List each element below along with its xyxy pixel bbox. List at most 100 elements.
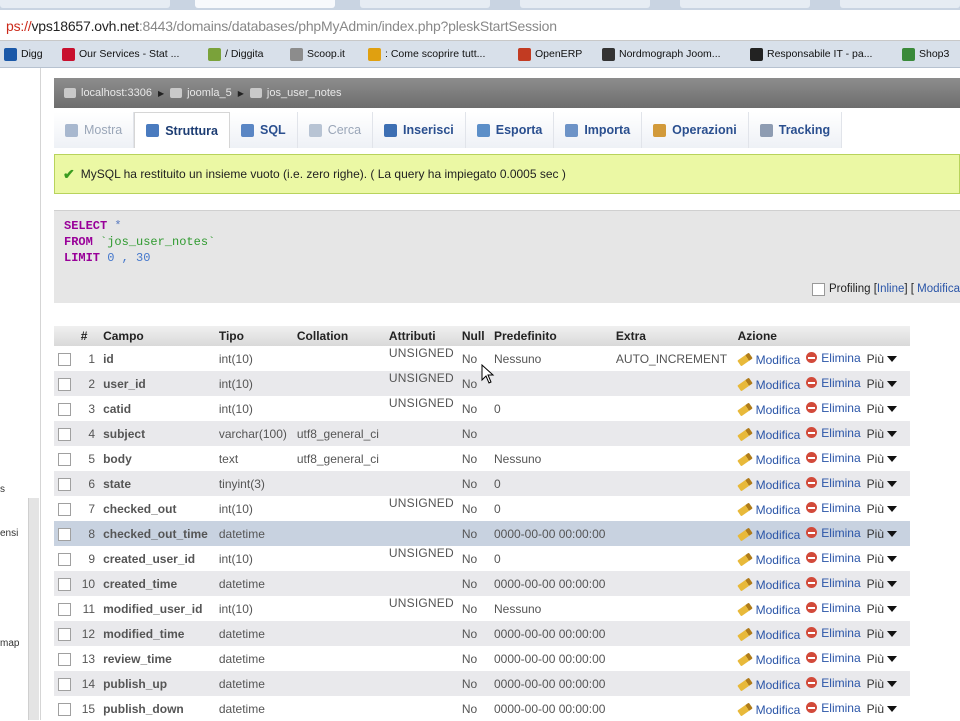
browser-tab[interactable] <box>0 0 170 8</box>
tab-importa[interactable]: Importa <box>554 112 643 148</box>
delete-button[interactable]: Elimina <box>806 626 861 640</box>
more-dropdown[interactable]: Più <box>867 527 897 541</box>
delete-button[interactable]: Elimina <box>806 476 861 490</box>
delete-button[interactable]: Elimina <box>806 526 861 540</box>
more-dropdown[interactable]: Più <box>867 352 897 366</box>
edit-button[interactable]: Modifica <box>736 428 800 442</box>
tab-tracking[interactable]: Tracking <box>748 112 843 148</box>
delete-button[interactable]: Elimina <box>806 376 861 390</box>
row-checkbox[interactable] <box>58 652 71 666</box>
edit-button[interactable]: Modifica <box>736 678 800 692</box>
browser-tab[interactable] <box>360 0 490 8</box>
bookmark-item[interactable]: Our Services - Stat ... <box>62 46 179 62</box>
table-row[interactable]: 8 checked_out_time datetime No 0000-00-00 00… <box>54 521 910 546</box>
row-checkbox[interactable] <box>58 452 71 466</box>
bookmark-item[interactable]: Shop3 <box>902 46 949 62</box>
row-checkbox[interactable] <box>58 527 71 541</box>
more-dropdown[interactable]: Più <box>867 677 897 691</box>
delete-button[interactable]: Elimina <box>806 701 861 715</box>
row-checkbox[interactable] <box>58 427 71 441</box>
bookmark-item[interactable]: : Come scoprire tutt... <box>368 46 485 62</box>
browser-tab[interactable] <box>840 0 960 8</box>
edit-button[interactable]: Modifica <box>736 453 800 467</box>
row-checkbox[interactable] <box>58 352 71 366</box>
table-row[interactable]: 13 review_time datetime No 0000-00-00 00:00:… <box>54 646 910 671</box>
edit-button[interactable]: Modifica <box>736 353 800 367</box>
row-checkbox[interactable] <box>58 477 71 491</box>
table-row[interactable]: 4 subject varchar(100) utf8_general_ci No Mod… <box>54 421 910 446</box>
profiling-checkbox[interactable] <box>811 282 825 296</box>
row-checkbox[interactable] <box>58 627 71 641</box>
delete-button[interactable]: Elimina <box>806 501 861 515</box>
more-dropdown[interactable]: Più <box>867 427 897 441</box>
table-row[interactable]: 9 created_user_id int(10) UNSIGNED No 0 Modifi… <box>54 546 910 571</box>
breadcrumb-item[interactable]: jos_user_notes <box>249 87 342 99</box>
edit-button[interactable]: Modifica <box>736 603 800 617</box>
delete-button[interactable]: Elimina <box>806 601 861 615</box>
tab-cerca[interactable]: Cerca <box>297 112 374 148</box>
bookmark-item[interactable]: / Diggita <box>208 46 264 62</box>
row-checkbox[interactable] <box>58 702 71 716</box>
nav-fragment[interactable]: map <box>0 638 19 649</box>
table-row[interactable]: 10 created_time datetime No 0000-00-00 00:00… <box>54 571 910 596</box>
address-bar[interactable]: ps://vps18657.ovh.net:8443/domains/datab… <box>0 10 960 41</box>
more-dropdown[interactable]: Più <box>867 402 897 416</box>
nav-fragment[interactable]: ensi <box>0 528 18 539</box>
bookmark-item[interactable]: Digg <box>4 46 43 62</box>
table-row[interactable]: 3 catid int(10) UNSIGNED No 0 Modifica Elimina P… <box>54 396 910 421</box>
row-checkbox[interactable] <box>58 677 71 691</box>
table-row[interactable]: 5 body text utf8_general_ci No Nessuno Modific… <box>54 446 910 471</box>
bookmark-item[interactable]: Scoop.it <box>290 46 345 62</box>
inline-edit-link[interactable]: Inline <box>877 283 905 295</box>
more-dropdown[interactable]: Più <box>867 702 897 716</box>
edit-button[interactable]: Modifica <box>736 478 800 492</box>
browser-tab-active[interactable] <box>195 0 335 8</box>
edit-button[interactable]: Modifica <box>736 403 800 417</box>
row-checkbox[interactable] <box>58 552 71 566</box>
nav-scrollbar[interactable] <box>28 498 39 720</box>
edit-button[interactable]: Modifica <box>736 378 800 392</box>
row-checkbox[interactable] <box>58 377 71 391</box>
more-dropdown[interactable]: Più <box>867 602 897 616</box>
bookmark-item[interactable]: Responsabile IT - pa... <box>750 46 872 62</box>
table-row[interactable]: 14 publish_up datetime No 0000-00-00 00:00:0… <box>54 671 910 696</box>
bookmark-item[interactable]: OpenERP <box>518 46 582 62</box>
edit-button[interactable]: Modifica <box>736 578 800 592</box>
table-row[interactable]: 12 modified_time datetime No 0000-00-00 00:0… <box>54 621 910 646</box>
delete-button[interactable]: Elimina <box>806 676 861 690</box>
delete-button[interactable]: Elimina <box>806 351 861 365</box>
table-row[interactable]: 11 modified_user_id int(10) UNSIGNED No Nessu… <box>54 596 910 621</box>
tab-operazioni[interactable]: Operazioni <box>642 112 749 148</box>
tab-mostra[interactable]: Mostra <box>54 112 135 148</box>
more-dropdown[interactable]: Più <box>867 577 897 591</box>
table-row[interactable]: 15 publish_down datetime No 0000-00-00 00:00… <box>54 696 910 721</box>
breadcrumb-item[interactable]: localhost:3306 ▶ <box>64 87 164 99</box>
more-dropdown[interactable]: Più <box>867 477 897 491</box>
browser-tab[interactable] <box>520 0 650 8</box>
edit-button[interactable]: Modifica <box>736 653 800 667</box>
table-row[interactable]: 6 state tinyint(3) No 0 Modifica Elimina Più <box>54 471 910 496</box>
browser-tab[interactable] <box>680 0 810 8</box>
tab-esporta[interactable]: Esporta <box>465 112 555 148</box>
tab-sql[interactable]: SQL <box>229 112 298 148</box>
delete-button[interactable]: Elimina <box>806 551 861 565</box>
edit-button[interactable]: Modifica <box>736 528 800 542</box>
row-checkbox[interactable] <box>58 602 71 616</box>
more-dropdown[interactable]: Più <box>867 552 897 566</box>
more-dropdown[interactable]: Più <box>867 652 897 666</box>
tab-inserisci[interactable]: Inserisci <box>373 112 466 148</box>
more-dropdown[interactable]: Più <box>867 502 897 516</box>
table-row[interactable]: 7 checked_out int(10) UNSIGNED No 0 Modifica El… <box>54 496 910 521</box>
row-checkbox[interactable] <box>58 502 71 516</box>
delete-button[interactable]: Elimina <box>806 576 861 590</box>
edit-button[interactable]: Modifica <box>736 553 800 567</box>
row-checkbox[interactable] <box>58 402 71 416</box>
delete-button[interactable]: Elimina <box>806 426 861 440</box>
delete-button[interactable]: Elimina <box>806 651 861 665</box>
delete-button[interactable]: Elimina <box>806 451 861 465</box>
tab-struttura[interactable]: Struttura <box>134 112 230 148</box>
more-dropdown[interactable]: Più <box>867 377 897 391</box>
more-dropdown[interactable]: Più <box>867 452 897 466</box>
edit-button[interactable]: Modifica <box>736 503 800 517</box>
edit-button[interactable]: Modifica <box>736 703 800 717</box>
